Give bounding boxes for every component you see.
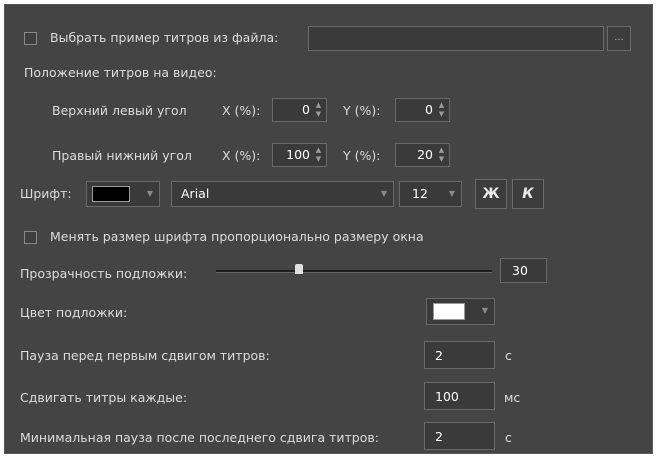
- spin-arrows-icon[interactable]: ▲ ▼: [436, 101, 447, 119]
- bottom-right-x-spinbox[interactable]: 100 ▲ ▼: [272, 143, 327, 167]
- resize-font-label: Менять размер шрифта пропорционально раз…: [50, 229, 424, 244]
- shift-every-unit: мс: [504, 390, 521, 405]
- file-path-input[interactable]: [308, 26, 604, 51]
- chevron-down-icon: ▼: [380, 189, 387, 198]
- spin-arrows-icon[interactable]: ▲ ▼: [436, 146, 447, 164]
- browse-button[interactable]: ...: [607, 26, 631, 51]
- bg-color-swatch: [433, 303, 465, 320]
- top-left-y-spinbox[interactable]: 0 ▲ ▼: [395, 98, 450, 122]
- bottom-right-x-label: X (%):: [222, 148, 261, 163]
- italic-button[interactable]: К: [512, 179, 544, 209]
- file-checkbox-label: Выбрать пример титров из файла:: [50, 30, 279, 45]
- bottom-right-y-label: Y (%):: [343, 148, 381, 163]
- font-family-combo[interactable]: Arial ▼: [171, 181, 394, 207]
- bottom-right-y-spinbox[interactable]: 20 ▲ ▼: [395, 143, 450, 167]
- font-color-combo[interactable]: ▼: [86, 181, 160, 207]
- resize-font-checkbox[interactable]: [24, 231, 37, 244]
- bold-button[interactable]: Ж: [475, 179, 507, 209]
- spin-arrows-icon[interactable]: ▲ ▼: [313, 101, 324, 119]
- top-left-label: Верхний левый угол: [52, 103, 187, 118]
- font-color-swatch: [92, 186, 130, 202]
- chevron-down-icon: ▼: [146, 189, 153, 198]
- bg-color-combo[interactable]: ▼: [426, 298, 495, 325]
- opacity-slider-handle[interactable]: [294, 264, 303, 274]
- subtitle-settings-panel: Выбрать пример титров из файла: ... Поло…: [4, 4, 653, 454]
- opacity-value-field[interactable]: 30: [500, 258, 547, 283]
- font-label: Шрифт:: [20, 186, 72, 201]
- font-size-combo[interactable]: 12 ▼: [399, 181, 462, 207]
- spin-arrows-icon[interactable]: ▲ ▼: [313, 146, 324, 164]
- top-left-y-label: Y (%):: [343, 103, 381, 118]
- pause-last-input[interactable]: 2: [424, 422, 495, 450]
- shift-every-input[interactable]: 100: [424, 382, 495, 410]
- position-section-label: Положение титров на видео:: [24, 65, 217, 80]
- shift-every-label: Сдвигать титры каждые:: [20, 390, 188, 405]
- pause-first-label: Пауза перед первым сдвигом титров:: [20, 348, 270, 363]
- opacity-slider-track[interactable]: [216, 270, 492, 273]
- top-left-x-value: 0: [302, 102, 310, 117]
- font-family-value: Arial: [181, 186, 210, 201]
- top-left-x-label: X (%):: [222, 103, 261, 118]
- pause-first-unit: с: [505, 348, 512, 363]
- opacity-label: Прозрачность подложки:: [20, 266, 188, 281]
- file-checkbox[interactable]: [24, 32, 37, 45]
- top-left-y-value: 0: [425, 102, 433, 117]
- bottom-right-x-value: 100: [286, 147, 310, 162]
- bottom-right-label: Правый нижний угол: [52, 148, 192, 163]
- top-left-x-spinbox[interactable]: 0 ▲ ▼: [272, 98, 327, 122]
- pause-first-input[interactable]: 2: [424, 341, 495, 369]
- chevron-down-icon: ▼: [481, 306, 488, 315]
- bottom-right-y-value: 20: [417, 147, 433, 162]
- pause-last-label: Минимальная пауза после последнего сдвиг…: [20, 430, 379, 445]
- bg-color-label: Цвет подложки:: [20, 305, 128, 320]
- chevron-down-icon: ▼: [448, 189, 455, 198]
- font-size-value: 12: [412, 186, 428, 201]
- pause-last-unit: с: [505, 430, 512, 445]
